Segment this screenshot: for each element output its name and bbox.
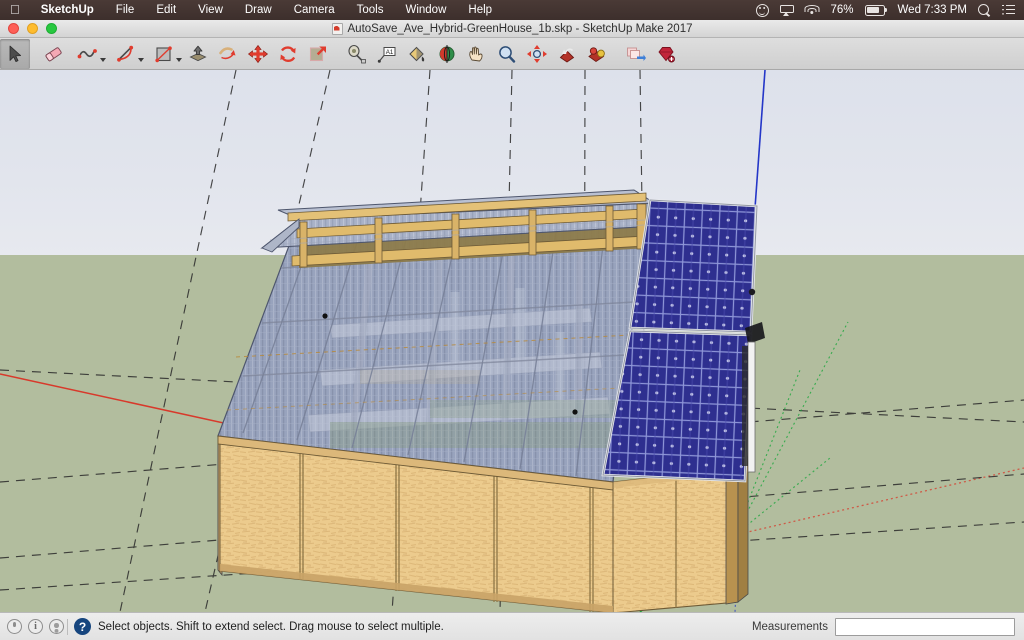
select-tool-button[interactable] [0, 38, 30, 69]
close-window-button[interactable] [8, 23, 19, 34]
macos-menu-bar:  SketchUp File Edit View Draw Camera To… [0, 0, 1024, 20]
chevron-down-icon[interactable] [176, 57, 182, 62]
paint-bucket-tool-button[interactable] [402, 39, 432, 69]
blue-axis-z [754, 70, 766, 209]
text-tool-button[interactable]: A1 [372, 39, 402, 69]
arc-tool-button[interactable] [107, 39, 145, 69]
menu-item-edit[interactable]: Edit [145, 4, 187, 16]
pan-tool-button[interactable] [462, 39, 492, 69]
notification-center-icon[interactable] [1002, 4, 1015, 16]
main-toolbar: A1 [0, 38, 1024, 70]
menu-item-draw[interactable]: Draw [234, 4, 283, 16]
menu-item-file[interactable]: File [105, 4, 146, 16]
orbit-tool-button[interactable] [432, 39, 462, 69]
tape-measure-tool-button[interactable] [342, 39, 372, 69]
zoom-window-button[interactable] [46, 23, 57, 34]
eraser-tool-button[interactable] [39, 39, 69, 69]
ruby-console-tool-button[interactable] [651, 39, 681, 69]
battery-icon[interactable] [864, 4, 887, 16]
measurements-label: Measurements [751, 620, 828, 633]
menu-item-view[interactable]: View [187, 4, 234, 16]
airplay-icon[interactable] [779, 4, 794, 16]
scenes-tool-button[interactable] [621, 39, 651, 69]
sketchup-application-window:  SketchUp File Edit View Draw Camera To… [0, 0, 1024, 640]
chevron-down-icon[interactable] [100, 57, 106, 62]
status-divider [67, 618, 68, 635]
status-bar-icon-group [0, 619, 64, 634]
geo-location-icon[interactable] [7, 619, 22, 634]
chevron-down-icon[interactable] [138, 57, 144, 62]
follow-me-tool-button[interactable] [213, 39, 243, 69]
clock-datetime[interactable]: Wed 7:33 PM [898, 4, 967, 16]
push-pull-tool-button[interactable] [183, 39, 213, 69]
window-title-text: AutoSave_Ave_Hybrid-GreenHouse_1b.skp - … [347, 22, 693, 35]
status-bar: ? Select objects. Shift to extend select… [0, 612, 1024, 640]
user-account-icon[interactable] [755, 3, 769, 17]
menu-item-window[interactable]: Window [394, 4, 457, 16]
position-camera-tool-button[interactable] [582, 39, 612, 69]
measurements-area: Measurements [751, 617, 1024, 636]
move-tool-button[interactable] [243, 39, 273, 69]
window-title-bar: AutoSave_Ave_Hybrid-GreenHouse_1b.skp - … [0, 20, 1024, 38]
menu-bar-status-area: 76% Wed 7:33 PM [755, 3, 1024, 17]
minimize-window-button[interactable] [27, 23, 38, 34]
status-message: Select objects. Shift to extend select. … [98, 620, 444, 633]
window-traffic-lights [0, 23, 57, 34]
svg-text:A1: A1 [386, 48, 394, 55]
window-title-container: AutoSave_Ave_Hybrid-GreenHouse_1b.skp - … [0, 22, 1024, 35]
model-drawing-canvas[interactable] [0, 70, 1024, 612]
scale-tool-button[interactable] [303, 39, 333, 69]
rectangle-tool-button[interactable] [145, 39, 183, 69]
spotlight-search-icon[interactable] [978, 3, 991, 17]
credits-icon[interactable] [49, 619, 64, 634]
rotate-tool-button[interactable] [273, 39, 303, 69]
sketchup-document-icon [331, 22, 343, 35]
zoom-extents-tool-button[interactable] [522, 39, 552, 69]
measurements-input[interactable] [835, 617, 1015, 636]
menu-item-sketchup[interactable]: SketchUp [30, 4, 105, 16]
freehand-line-tool-button[interactable] [69, 39, 107, 69]
menu-item-tools[interactable]: Tools [346, 4, 395, 16]
previous-view-tool-button[interactable] [552, 39, 582, 69]
apple-logo-icon[interactable]:  [0, 3, 30, 16]
help-question-icon[interactable]: ? [74, 618, 91, 635]
menu-item-help[interactable]: Help [457, 4, 503, 16]
battery-percent-label: 76% [830, 4, 854, 16]
menu-item-camera[interactable]: Camera [283, 4, 346, 16]
model-info-icon[interactable] [28, 619, 43, 634]
model-viewport-3d[interactable] [0, 70, 1024, 612]
zoom-tool-button[interactable] [492, 39, 522, 69]
wifi-icon[interactable] [804, 4, 820, 16]
